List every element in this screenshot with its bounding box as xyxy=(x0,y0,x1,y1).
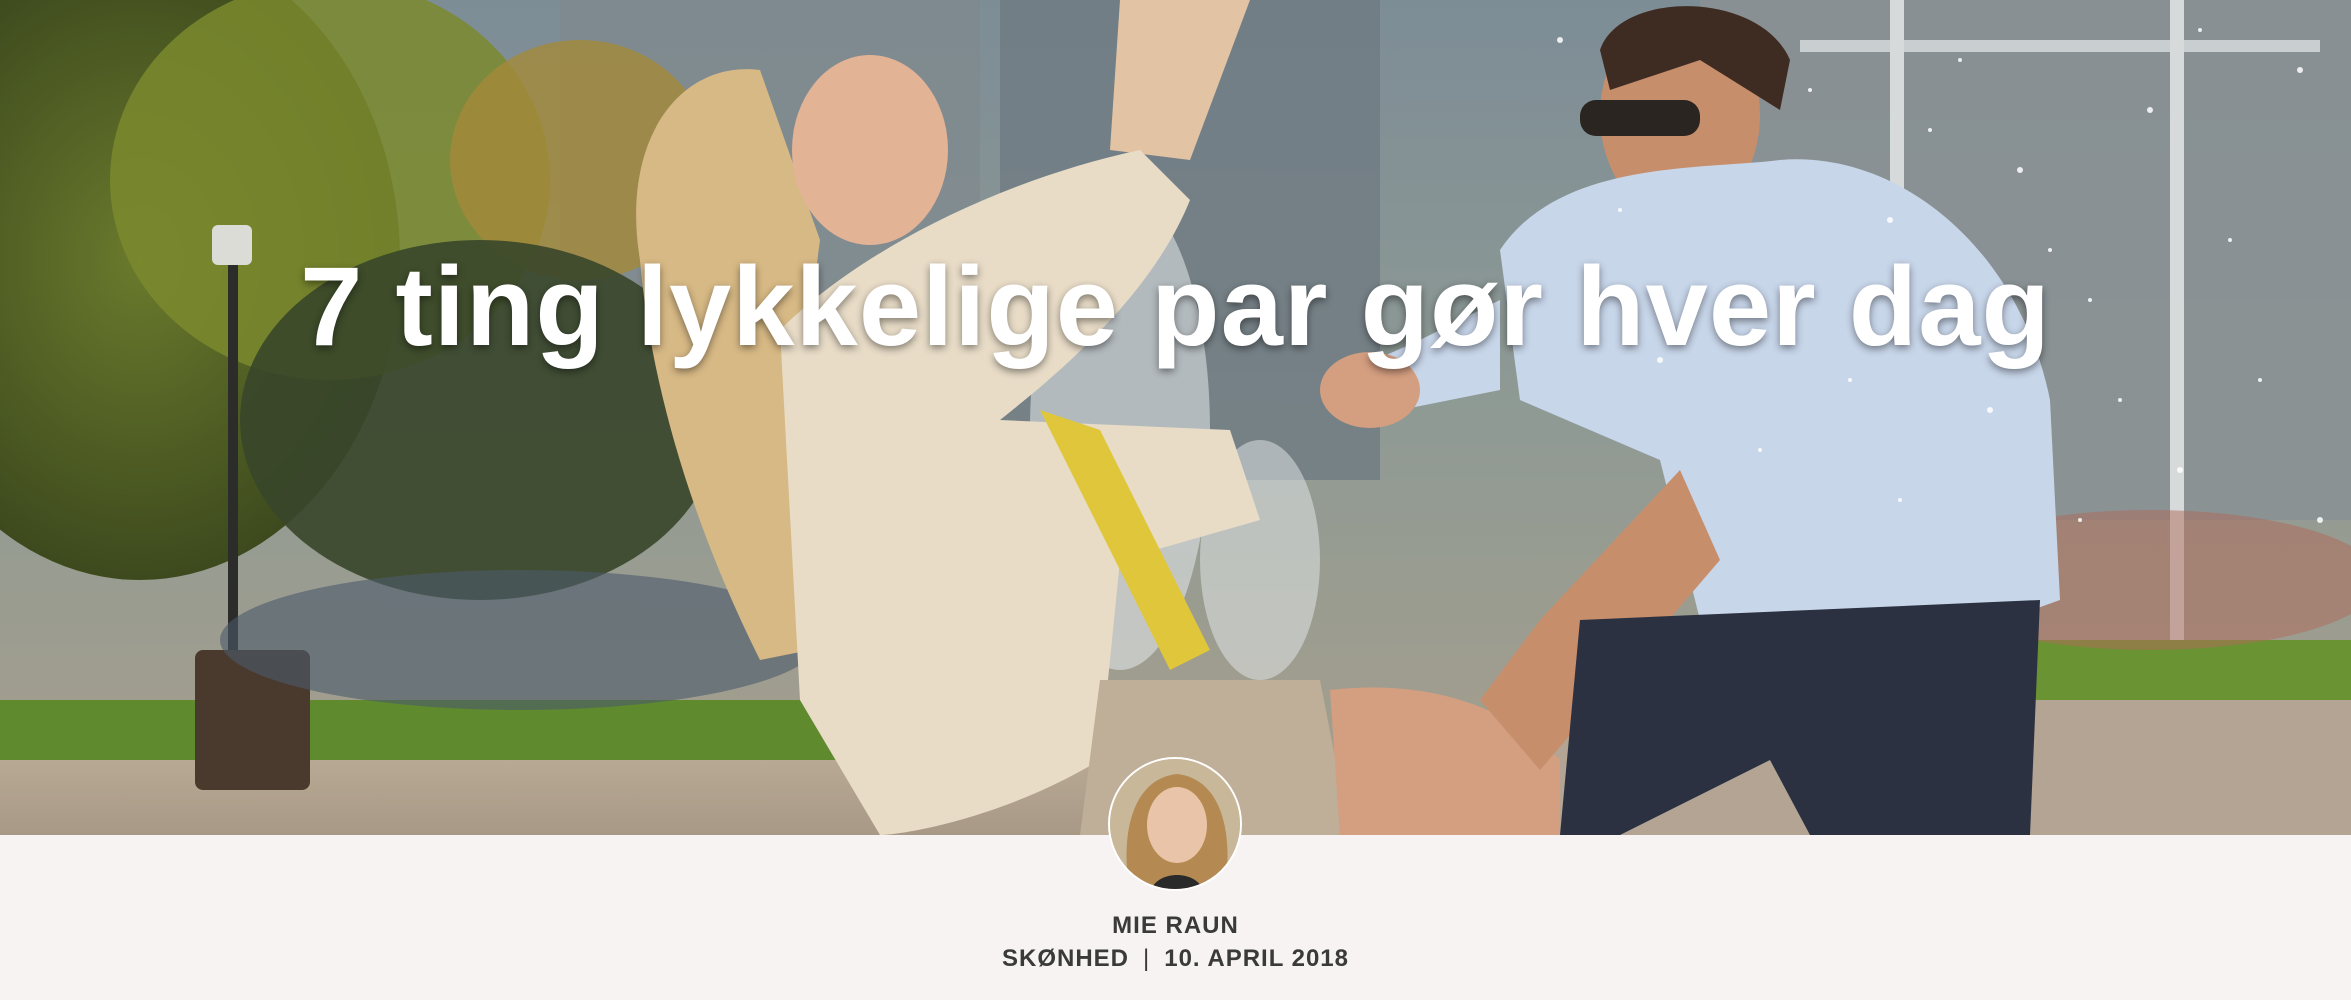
author-avatar-image xyxy=(1110,759,1240,889)
article-meta: SKØNHED | 10. APRIL 2018 xyxy=(0,945,2351,973)
category-link[interactable]: SKØNHED xyxy=(1002,945,1129,972)
meta-separator: | xyxy=(1143,945,1151,972)
article-page: 7 ting lykkelige par gør hver dag MIE RA… xyxy=(0,0,2351,1000)
hero-photo xyxy=(0,0,2351,835)
publish-date: 10. APRIL 2018 xyxy=(1164,945,1349,972)
author-name[interactable]: MIE RAUN xyxy=(0,912,2351,940)
hero-image: 7 ting lykkelige par gør hver dag xyxy=(0,0,2351,835)
author-avatar[interactable] xyxy=(1108,757,1242,891)
article-title: 7 ting lykkelige par gør hver dag xyxy=(300,244,2051,369)
